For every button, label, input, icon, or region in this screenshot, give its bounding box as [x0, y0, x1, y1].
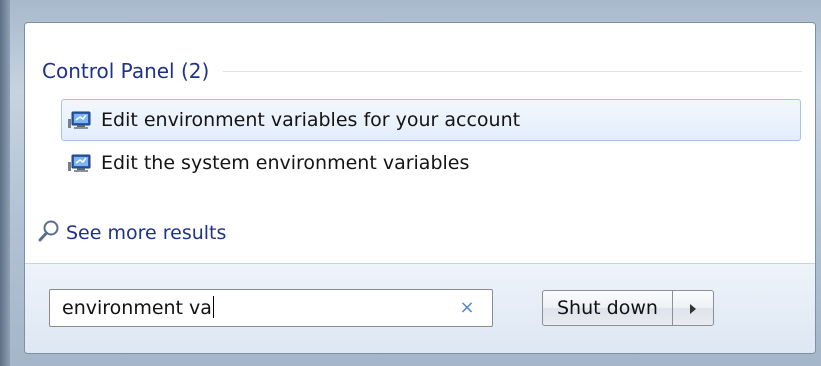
- frame-edge: [0, 0, 10, 366]
- search-query: environment va: [62, 297, 212, 319]
- result-item-edit-user-env-vars[interactable]: Edit environment variables for your acco…: [61, 99, 801, 141]
- section-header: Control Panel (2): [42, 56, 812, 86]
- shutdown-label: Shut down: [557, 297, 658, 319]
- search-results-area: Control Panel (2) Edit environment varia…: [25, 23, 815, 263]
- see-more-label: See more results: [66, 222, 227, 244]
- control-panel-icon: [67, 153, 93, 173]
- control-panel-icon: [67, 110, 93, 130]
- start-menu-panel: Control Panel (2) Edit environment varia…: [24, 22, 816, 354]
- text-caret: [212, 296, 214, 318]
- shutdown-options-button[interactable]: [671, 290, 714, 326]
- shutdown-button-group: Shut down: [542, 290, 714, 326]
- clear-search-icon[interactable]: ×: [456, 296, 478, 320]
- section-divider: [223, 70, 802, 72]
- start-menu-footer: environment va × Shut down: [25, 263, 815, 353]
- result-label: Edit environment variables for your acco…: [101, 109, 521, 131]
- section-title[interactable]: Control Panel (2): [42, 59, 209, 83]
- shutdown-button[interactable]: Shut down: [542, 290, 672, 326]
- search-input[interactable]: environment va ×: [49, 289, 493, 327]
- search-magnifier-icon: [38, 219, 60, 247]
- search-input-text: environment va: [62, 296, 214, 319]
- result-label: Edit the system environment variables: [101, 152, 470, 174]
- see-more-results-link[interactable]: See more results: [38, 219, 226, 247]
- triangle-right-icon: [689, 299, 697, 318]
- result-item-edit-system-env-vars[interactable]: Edit the system environment variables: [61, 142, 801, 184]
